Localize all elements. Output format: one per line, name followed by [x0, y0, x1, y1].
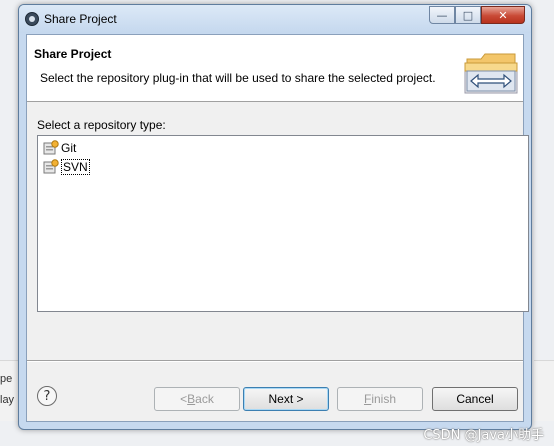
close-button[interactable]: ✕: [481, 6, 525, 24]
next-button[interactable]: Next >: [243, 387, 329, 411]
minimize-button[interactable]: —: [429, 6, 455, 24]
finish-label-mnemonic: F: [363, 392, 372, 406]
dialog-content: Share Project Select the repository plug…: [26, 34, 529, 422]
share-folder-icon: [464, 53, 518, 94]
background-text: lay: [0, 394, 15, 406]
plugin-icon: [43, 158, 59, 173]
back-label-prefix: <: [180, 392, 188, 406]
page-title: Share Project: [34, 47, 112, 61]
maximize-button[interactable]: □: [455, 6, 481, 24]
list-item-label: Git: [61, 140, 77, 155]
help-icon[interactable]: ?: [37, 386, 57, 406]
repository-type-list[interactable]: Git SVN: [37, 135, 529, 312]
back-label-mnemonic: B: [187, 392, 196, 406]
list-item-label: SVN: [61, 158, 90, 175]
eclipse-icon: [25, 12, 39, 26]
list-item-git[interactable]: Git: [43, 139, 76, 156]
page-description: Select the repository plug-in that will …: [40, 71, 436, 85]
back-label-rest: ack: [195, 392, 214, 406]
cancel-button[interactable]: Cancel: [432, 387, 518, 411]
finish-label-rest: inish: [371, 392, 397, 406]
share-project-dialog: Share Project — □ ✕ Share Project Select…: [18, 4, 532, 430]
background-text: pe: [0, 373, 13, 385]
title-bar[interactable]: Share Project — □ ✕: [19, 5, 531, 33]
button-separator: [27, 360, 523, 362]
repository-type-label: Select a repository type:: [37, 118, 166, 132]
back-button[interactable]: < Back: [154, 387, 240, 411]
list-item-svn[interactable]: SVN: [43, 158, 90, 175]
plugin-icon: [43, 139, 59, 154]
background-ide-strip-right: [534, 360, 554, 421]
window-title: Share Project: [44, 12, 117, 26]
wizard-header: Share Project Select the repository plug…: [27, 35, 523, 102]
watermark: CSDN @Java小助手: [423, 428, 544, 443]
finish-button[interactable]: Finish: [337, 387, 423, 411]
